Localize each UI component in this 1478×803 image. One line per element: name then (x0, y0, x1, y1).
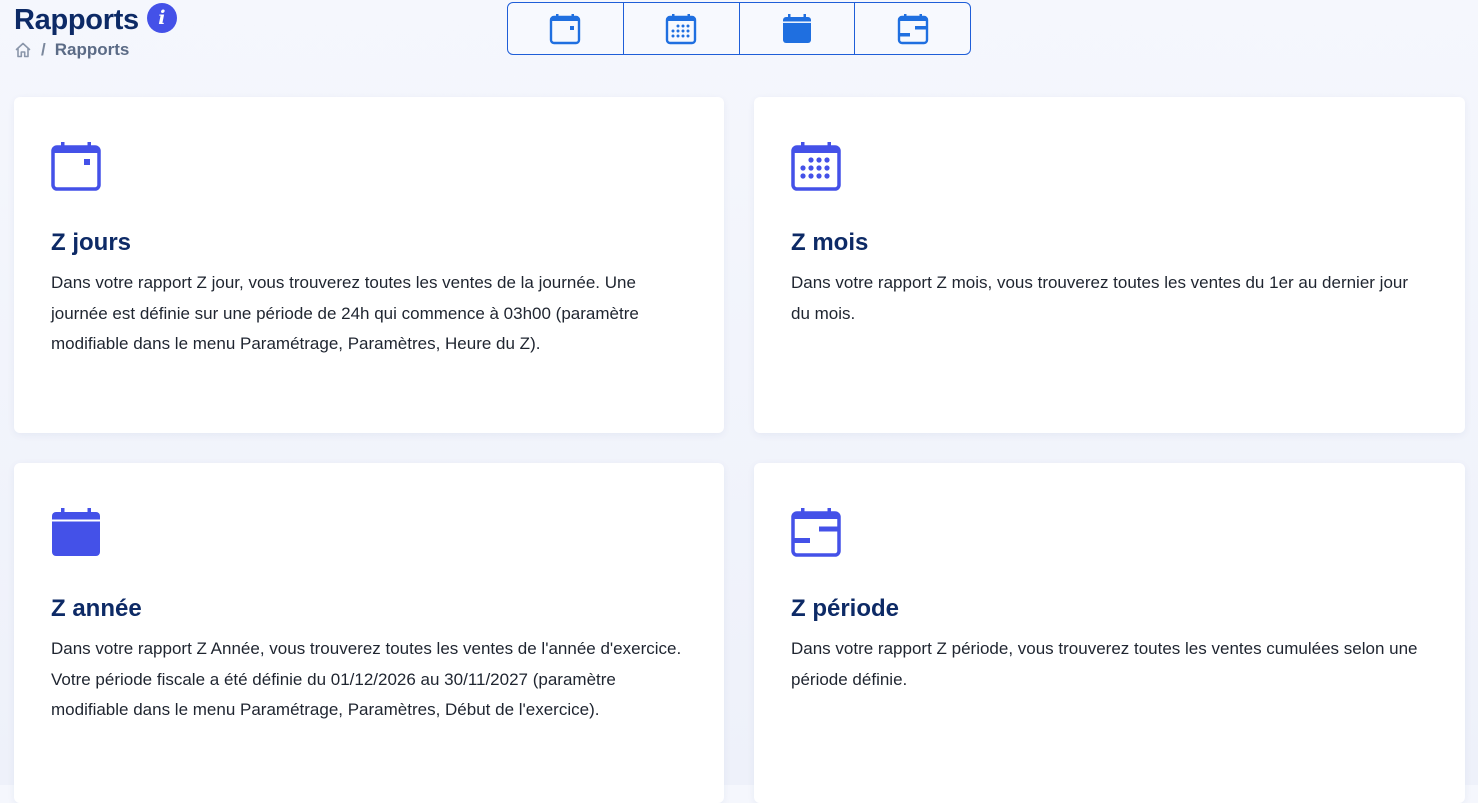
report-card-z-periode[interactable]: Z période Dans votre rapport Z période, … (754, 463, 1465, 803)
report-card-z-mois[interactable]: Z mois Dans votre rapport Z mois, vous t… (754, 97, 1465, 433)
breadcrumb-separator: / (41, 40, 46, 59)
breadcrumb: / Rapports (14, 40, 177, 60)
report-card-z-jours[interactable]: Z jours Dans votre rapport Z jour, vous … (14, 97, 724, 433)
report-type-toolbar (507, 2, 971, 55)
calendar-year-icon (52, 508, 100, 556)
home-icon[interactable] (14, 41, 32, 59)
calendar-range-icon (791, 508, 841, 557)
card-description: Dans votre rapport Z période, vous trouv… (791, 639, 1418, 689)
card-title: Z année (51, 595, 142, 622)
calendar-day-icon (550, 13, 581, 44)
calendar-month-icon (791, 142, 841, 191)
breadcrumb-current: Rapports (54, 40, 130, 59)
calendar-range-icon (897, 13, 928, 44)
calendar-month-icon (665, 13, 697, 44)
info-icon[interactable]: i (146, 3, 177, 33)
toolbar-button-z-annee[interactable] (740, 3, 856, 54)
calendar-day-icon (51, 142, 101, 191)
card-title: Z jours (51, 229, 132, 256)
title-row: Rapports i (14, 3, 177, 36)
card-description: Dans votre rapport Z Année, vous trouver… (51, 639, 682, 719)
toolbar-button-z-jours[interactable] (508, 3, 624, 54)
page-title: Rapports (14, 4, 139, 36)
card-description: Dans votre rapport Z mois, vous trouvere… (791, 273, 1409, 323)
page-header: Rapports i / Rapports (14, 3, 177, 60)
toolbar-button-z-periode[interactable] (855, 3, 970, 54)
toolbar-button-z-mois[interactable] (624, 3, 740, 54)
report-card-z-annee[interactable]: Z année Dans votre rapport Z Année, vous… (14, 463, 724, 803)
card-title: Z mois (791, 229, 869, 256)
card-title: Z période (791, 595, 900, 622)
calendar-year-icon (782, 13, 811, 43)
card-description: Dans votre rapport Z jour, vous trouvere… (51, 273, 639, 353)
